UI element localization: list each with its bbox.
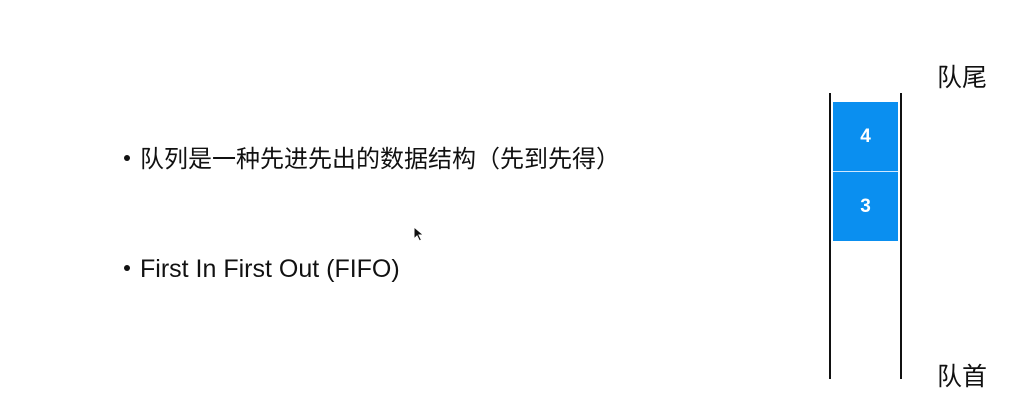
bullet-dot — [124, 155, 130, 161]
queue-tail-label: 队尾 — [937, 63, 988, 92]
bullet-item-fifo-acronym: First In First Out (FIFO) — [124, 253, 400, 285]
bullet-text: 队列是一种先进先出的数据结构（先到先得） — [140, 145, 620, 173]
queue-cell: 4 — [833, 102, 898, 172]
queue-right-wall — [900, 93, 902, 379]
bullet-text: First In First Out (FIFO) — [140, 255, 400, 283]
queue-left-wall — [829, 93, 831, 379]
mouse-pointer-icon — [413, 226, 425, 242]
queue-head-label: 队首 — [937, 362, 988, 391]
queue-cell: 3 — [833, 172, 898, 241]
queue-diagram: 4 3 — [829, 93, 902, 379]
bullet-item-fifo-definition: 队列是一种先进先出的数据结构（先到先得） — [124, 143, 620, 175]
bullet-dot — [124, 265, 130, 272]
